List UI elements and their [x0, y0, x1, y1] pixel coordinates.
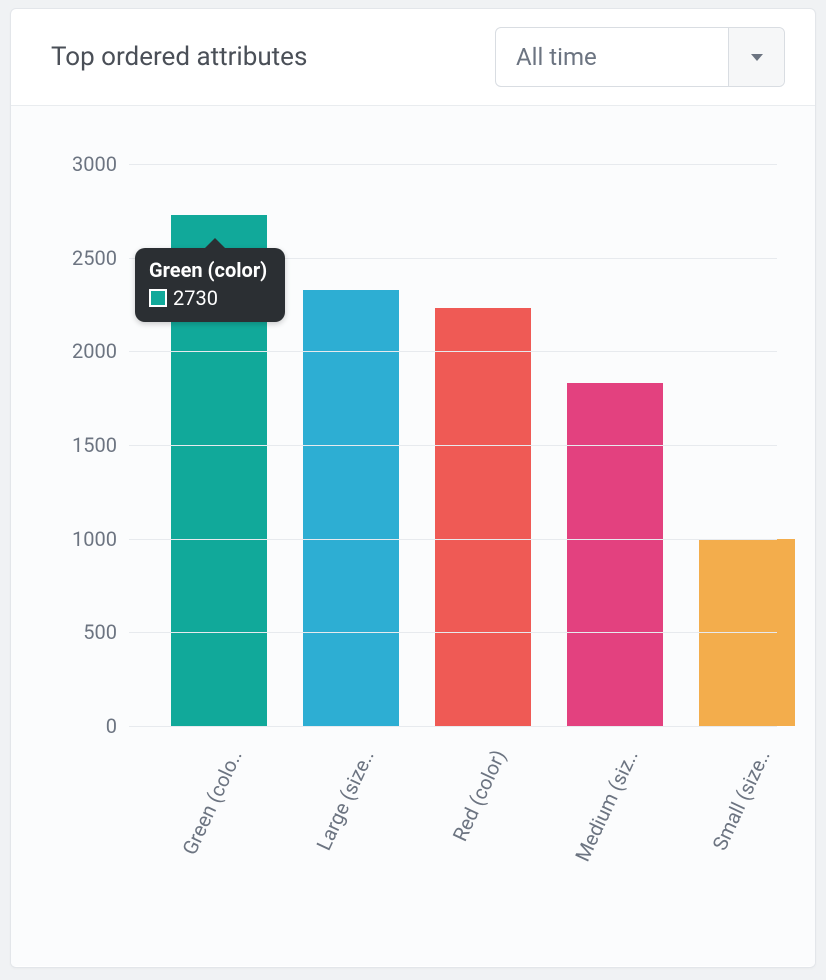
chart-bar[interactable]	[435, 308, 531, 726]
period-select[interactable]: All time	[495, 27, 785, 87]
gridline	[129, 539, 777, 540]
chart-bar[interactable]	[567, 383, 663, 726]
widget-header: Top ordered attributes All time	[11, 9, 815, 106]
chart-widget: Top ordered attributes All time 0 500 1000…	[10, 8, 816, 968]
period-select-toggle[interactable]	[728, 28, 784, 86]
gridline	[129, 164, 777, 165]
period-select-value: All time	[496, 43, 728, 71]
x-axis-tick-label: Large (size..	[311, 746, 378, 854]
y-axis-tick-label: 1500	[72, 433, 117, 457]
gridline	[129, 632, 777, 633]
x-axis-tick-label: Red (color)	[448, 746, 511, 845]
widget-title: Top ordered attributes	[51, 42, 307, 72]
tooltip-value: 2730	[173, 286, 218, 310]
y-axis-tick-label: 500	[83, 620, 117, 644]
y-axis-tick-label: 0	[106, 714, 117, 738]
chart-bar[interactable]	[303, 290, 399, 726]
tooltip-arrow-icon	[205, 238, 225, 248]
y-axis-tick-label: 2000	[72, 339, 117, 363]
tooltip-swatch-icon	[149, 289, 167, 307]
x-axis-tick-label: Green (colo..	[177, 746, 246, 859]
y-axis-tick-label: 2500	[72, 246, 117, 270]
gridline	[129, 445, 777, 446]
y-axis-tick-label: 3000	[72, 152, 117, 176]
x-axis-tick-label: Small (size..	[707, 746, 774, 854]
x-axis-labels: Green (colo.. Large (size.. Red (color) Med…	[129, 746, 777, 946]
tooltip-row: 2730	[149, 286, 271, 310]
gridline	[129, 351, 777, 352]
chart-canvas: 0 500 1000 1500 2000 2500 3000 Green (colo.. La…	[41, 136, 785, 966]
chevron-down-icon	[751, 54, 763, 61]
gridline	[129, 726, 777, 727]
chart-body: 0 500 1000 1500 2000 2500 3000 Green (colo.. La…	[11, 106, 815, 966]
tooltip-title: Green (color)	[149, 258, 271, 282]
x-axis-tick-label: Medium (siz..	[570, 746, 643, 865]
chart-tooltip: Green (color) 2730	[135, 248, 285, 322]
y-axis-tick-label: 1000	[72, 527, 117, 551]
